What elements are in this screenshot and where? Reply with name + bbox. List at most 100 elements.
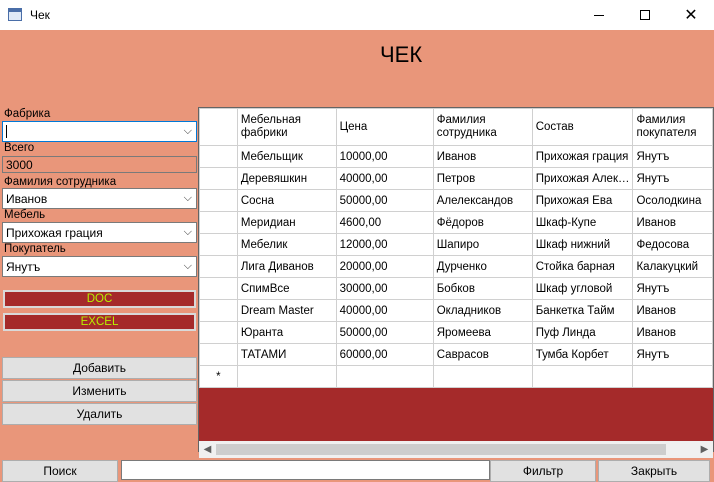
- row-header[interactable]: [199, 299, 238, 322]
- table-cell[interactable]: Яромеева: [432, 321, 533, 344]
- row-header[interactable]: [199, 145, 238, 168]
- row-header[interactable]: [199, 277, 238, 300]
- table-cell[interactable]: Стойка барная: [531, 255, 634, 278]
- table-cell[interactable]: Иванов: [632, 299, 713, 322]
- table-cell[interactable]: Шкаф нижний: [531, 233, 634, 256]
- column-header[interactable]: Фамилия покупателя: [632, 108, 713, 146]
- table-cell[interactable]: Бобков: [432, 277, 533, 300]
- new-row[interactable]: *: [199, 365, 713, 388]
- table-cell[interactable]: Фёдоров: [432, 211, 533, 234]
- table-cell[interactable]: Окладников: [432, 299, 533, 322]
- table-cell[interactable]: 20000,00: [335, 255, 434, 278]
- chevron-down-icon[interactable]: ⌵: [184, 124, 192, 138]
- table-cell[interactable]: [632, 365, 713, 388]
- table-cell[interactable]: Иванов: [432, 145, 533, 168]
- maximize-button[interactable]: [622, 0, 668, 30]
- scroll-left-icon[interactable]: ◀: [199, 441, 216, 458]
- table-cell[interactable]: Деревяшкин: [236, 167, 337, 190]
- scrollbar-thumb[interactable]: [216, 444, 666, 455]
- minimize-button[interactable]: [576, 0, 622, 30]
- column-header[interactable]: Фамилия сотрудника: [432, 108, 533, 146]
- table-cell[interactable]: Прихожая Ева: [531, 189, 634, 212]
- table-cell[interactable]: Мебелик: [236, 233, 337, 256]
- table-cell[interactable]: Мебельщик: [236, 145, 337, 168]
- table-cell[interactable]: Алелександов: [432, 189, 533, 212]
- table-row[interactable]: Меридиан 4600,00 Фёдоров Шкаф-Купе Иванов: [199, 211, 713, 234]
- table-cell[interactable]: Шапиро: [432, 233, 533, 256]
- chevron-down-icon[interactable]: ⌵: [184, 191, 192, 205]
- table-cell[interactable]: 60000,00: [335, 343, 434, 366]
- chevron-down-icon[interactable]: ⌵: [184, 259, 192, 273]
- close-window-button[interactable]: ✕: [668, 0, 714, 30]
- table-cell[interactable]: 40000,00: [335, 167, 434, 190]
- table-row[interactable]: Сосна 50000,00 Алелександов Прихожая Ева Осо…: [199, 189, 713, 212]
- table-cell[interactable]: Прихожая грация: [531, 145, 634, 168]
- table-row[interactable]: Юранта 50000,00 Яромеева Пуф Линда Иванов: [199, 321, 713, 344]
- table-cell[interactable]: 50000,00: [335, 321, 434, 344]
- row-header[interactable]: [199, 255, 238, 278]
- row-header[interactable]: [199, 343, 238, 366]
- column-header[interactable]: Цена: [335, 108, 434, 146]
- table-cell[interactable]: Dream Master: [236, 299, 337, 322]
- scroll-right-icon[interactable]: ▶: [696, 441, 713, 458]
- employee-combobox[interactable]: Иванов ⌵: [2, 188, 197, 209]
- excel-export-button[interactable]: EXCEL: [3, 313, 196, 331]
- table-cell[interactable]: [531, 365, 634, 388]
- table-row[interactable]: ТАТАМИ 60000,00 Саврасов Тумба Корбет Янутъ: [199, 343, 713, 366]
- new-row-marker[interactable]: *: [199, 365, 238, 388]
- table-row[interactable]: Лига Диванов 20000,00 Дурченко Стойка барна…: [199, 255, 713, 278]
- search-input[interactable]: [121, 460, 490, 480]
- row-header[interactable]: [199, 321, 238, 344]
- table-cell[interactable]: Дурченко: [432, 255, 533, 278]
- table-cell[interactable]: Прихожая Алек…: [531, 167, 634, 190]
- row-header[interactable]: [199, 189, 238, 212]
- table-row[interactable]: Dream Master 40000,00 Окладников Банкетка Т…: [199, 299, 713, 322]
- column-header[interactable]: Мебельная фабрики: [236, 108, 337, 146]
- table-row[interactable]: Мебельщик 10000,00 Иванов Прихожая грация Ян…: [199, 145, 713, 168]
- table-cell[interactable]: 30000,00: [335, 277, 434, 300]
- table-cell[interactable]: Иванов: [632, 211, 713, 234]
- table-cell[interactable]: 12000,00: [335, 233, 434, 256]
- table-cell[interactable]: [236, 365, 337, 388]
- table-cell[interactable]: Осолодкина: [632, 189, 713, 212]
- doc-export-button[interactable]: DOC: [3, 290, 196, 308]
- row-header[interactable]: [199, 233, 238, 256]
- table-cell[interactable]: Пуф Линда: [531, 321, 634, 344]
- row-header[interactable]: [199, 211, 238, 234]
- table-cell[interactable]: Шкаф-Купе: [531, 211, 634, 234]
- table-cell[interactable]: 4600,00: [335, 211, 434, 234]
- table-cell[interactable]: Сосна: [236, 189, 337, 212]
- delete-button[interactable]: Удалить: [2, 403, 197, 425]
- table-row[interactable]: Мебелик 12000,00 Шапиро Шкаф нижний Федосова: [199, 233, 713, 256]
- table-cell[interactable]: Калакуцкий: [632, 255, 713, 278]
- table-cell[interactable]: Лига Диванов: [236, 255, 337, 278]
- furniture-combobox[interactable]: Прихожая грация ⌵: [2, 222, 197, 243]
- search-button[interactable]: Поиск: [2, 460, 118, 482]
- table-cell[interactable]: Янутъ: [632, 277, 713, 300]
- table-cell[interactable]: 10000,00: [335, 145, 434, 168]
- total-field[interactable]: 3000: [2, 156, 197, 173]
- row-header[interactable]: [199, 167, 238, 190]
- table-cell[interactable]: Саврасов: [432, 343, 533, 366]
- edit-button[interactable]: Изменить: [2, 380, 197, 402]
- table-cell[interactable]: Петров: [432, 167, 533, 190]
- table-row[interactable]: Деревяшкин 40000,00 Петров Прихожая Алек… Ян…: [199, 167, 713, 190]
- table-cell[interactable]: Иванов: [632, 321, 713, 344]
- add-button[interactable]: Добавить: [2, 357, 197, 379]
- factory-combobox[interactable]: ⌵: [2, 121, 197, 142]
- horizontal-scrollbar[interactable]: ◀ ▶: [199, 441, 713, 458]
- table-cell[interactable]: Федосова: [632, 233, 713, 256]
- table-cell[interactable]: Янутъ: [632, 167, 713, 190]
- table-cell[interactable]: 50000,00: [335, 189, 434, 212]
- table-cell[interactable]: Янутъ: [632, 145, 713, 168]
- close-button[interactable]: Закрыть: [598, 460, 710, 482]
- column-header[interactable]: Состав: [531, 108, 634, 146]
- table-cell[interactable]: Янутъ: [632, 343, 713, 366]
- table-cell[interactable]: СпимВсе: [236, 277, 337, 300]
- table-cell[interactable]: 40000,00: [335, 299, 434, 322]
- buyer-combobox[interactable]: Янутъ ⌵: [2, 256, 197, 277]
- table-cell[interactable]: ТАТАМИ: [236, 343, 337, 366]
- grid-corner-cell[interactable]: [199, 108, 238, 146]
- chevron-down-icon[interactable]: ⌵: [184, 225, 192, 239]
- table-cell[interactable]: [432, 365, 533, 388]
